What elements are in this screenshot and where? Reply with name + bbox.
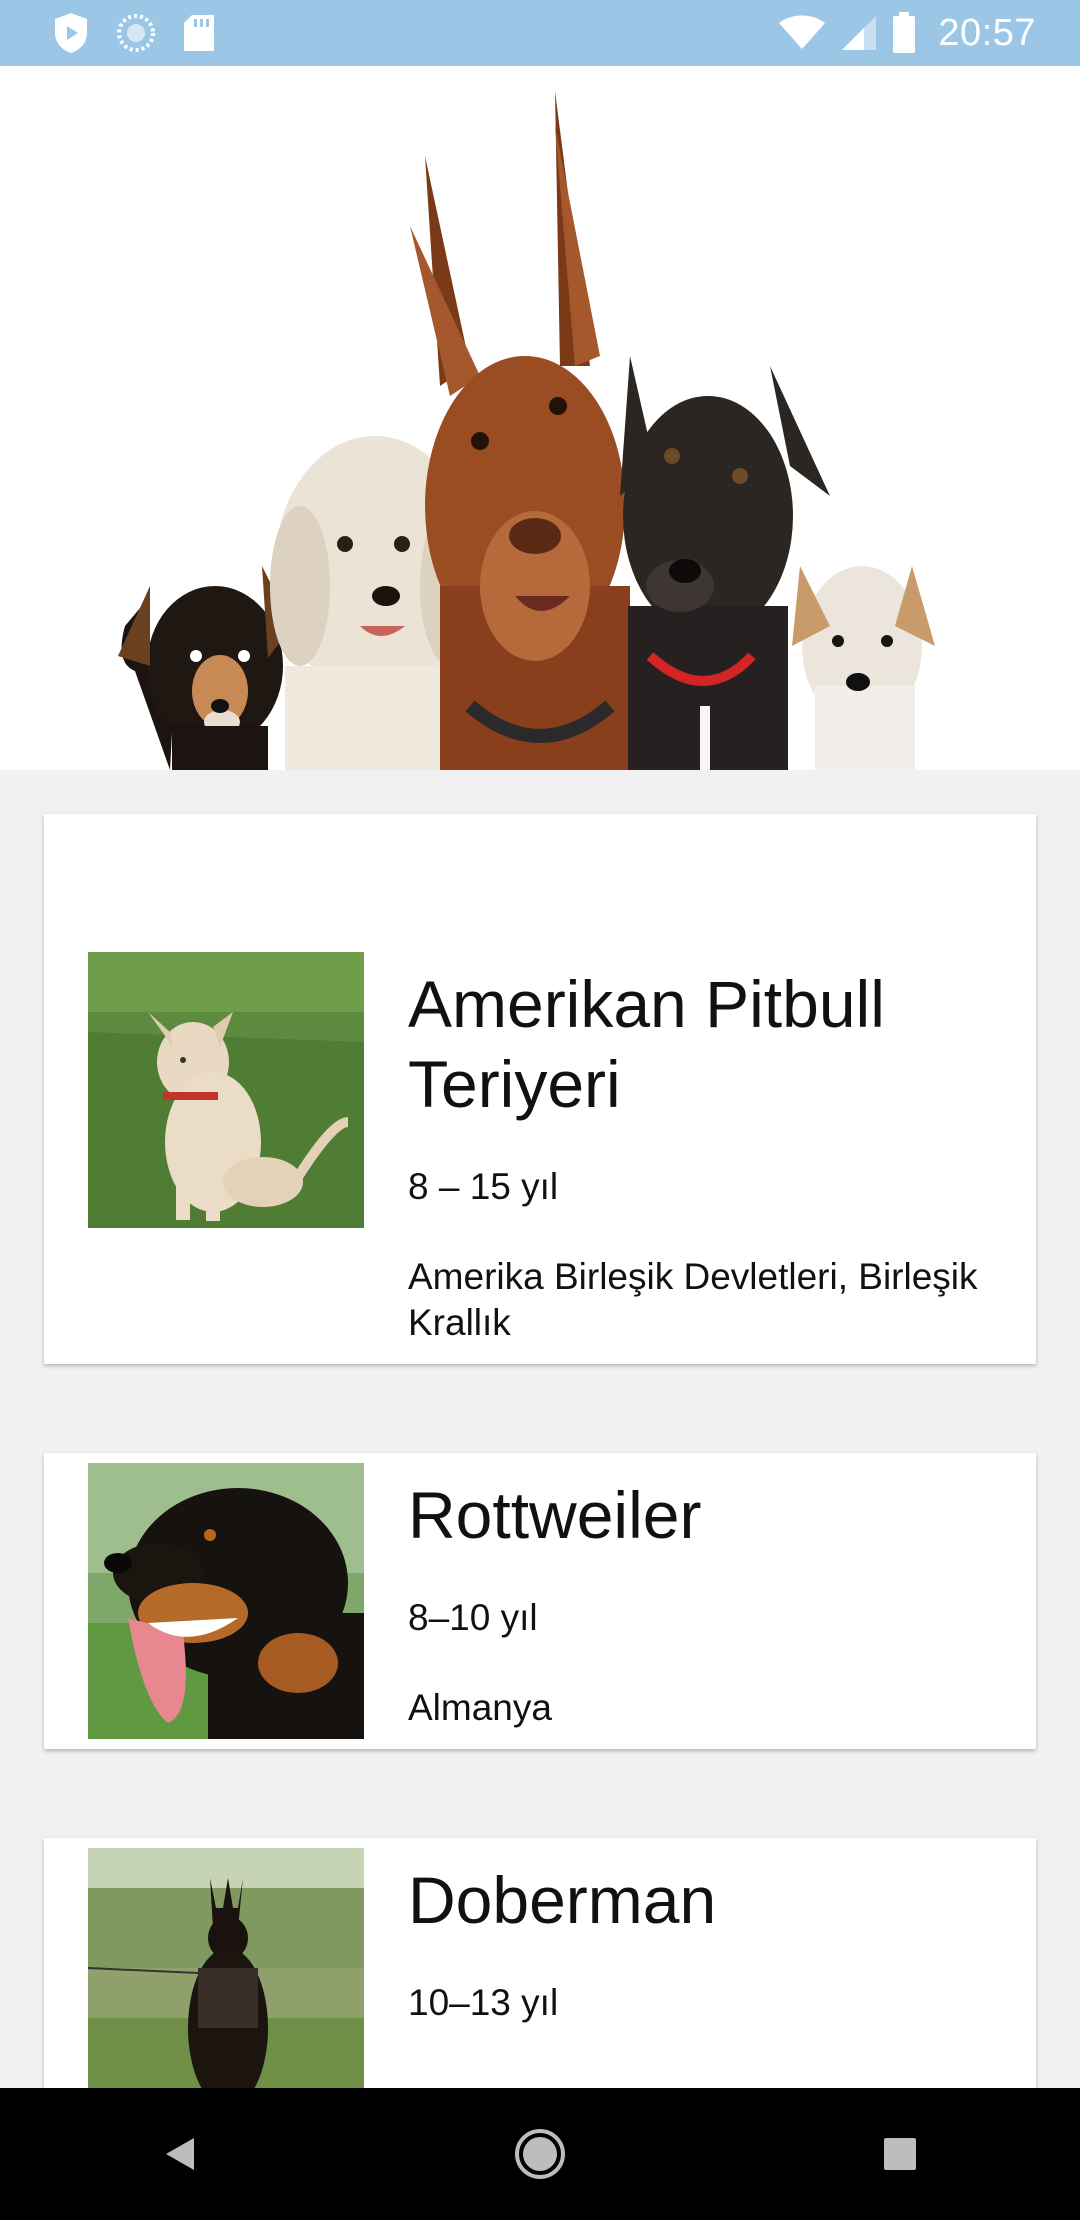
sync-icon (116, 13, 156, 53)
recents-button[interactable] (840, 2094, 960, 2214)
breed-image (88, 1848, 364, 2088)
breed-image (88, 1463, 364, 1739)
breed-name: Amerikan Pitbull Teriyeri (408, 967, 885, 1121)
breed-life-span: 8–10 yıl (408, 1597, 538, 1638)
wifi-icon (778, 15, 826, 51)
play-protect-icon (52, 11, 90, 55)
back-icon (162, 2134, 198, 2174)
breed-origin: Amerika Birleşik Devletleri, Birleşik Kr… (408, 1256, 978, 1343)
recents-icon (882, 2136, 918, 2172)
navigation-bar (0, 2088, 1080, 2220)
breed-name: Rottweiler (408, 1478, 702, 1552)
breed-origin: Almanya (408, 1687, 552, 1728)
back-button[interactable] (120, 2094, 240, 2214)
breed-name: Doberman (408, 1863, 717, 1937)
breed-image (88, 952, 364, 1228)
breed-card[interactable]: Amerikan Pitbull Teriyeri 8 – 15 yıl Ame… (44, 814, 1036, 1364)
breed-life-span: 10–13 yıl (408, 1982, 559, 2023)
breed-card[interactable]: Rottweiler 8–10 yıl Almanya (44, 1453, 1036, 1749)
battery-icon (892, 12, 916, 54)
signal-icon (840, 14, 878, 52)
breed-list[interactable]: Amerikan Pitbull Teriyeri 8 – 15 yıl Ame… (0, 770, 1080, 2088)
hero-banner-image (0, 66, 1080, 770)
sd-card-icon (182, 13, 216, 53)
clock: 20:57 (938, 11, 1036, 54)
home-button[interactable] (480, 2094, 600, 2214)
breed-card[interactable]: Doberman 10–13 yıl (44, 1838, 1036, 2088)
status-bar: 20:57 (0, 0, 1080, 66)
breed-life-span: 8 – 15 yıl (408, 1166, 559, 1207)
home-icon (514, 2128, 566, 2180)
